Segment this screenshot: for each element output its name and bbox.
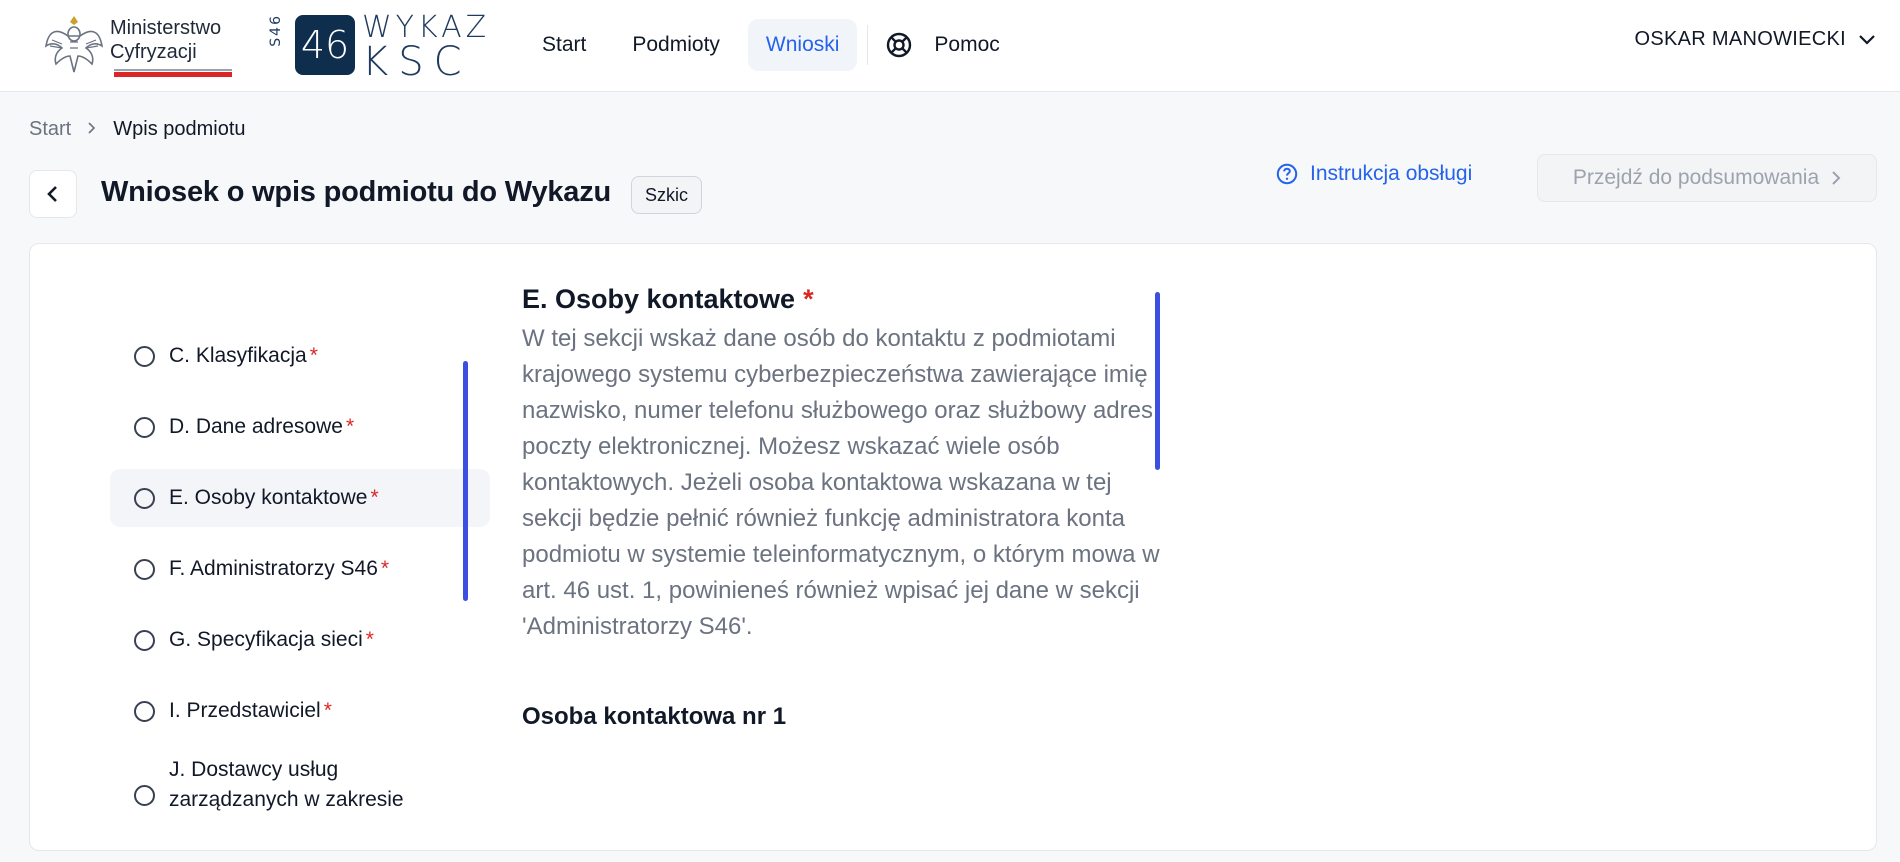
stepper-scrollbar[interactable] <box>463 361 468 601</box>
ministry-line2: Cyfryzacji <box>110 41 197 63</box>
step-specyfikacja-sieci[interactable]: G. Specyfikacja sieci * <box>110 611 490 669</box>
chevron-right-icon <box>1832 171 1841 185</box>
main-nav: Start Podmioty Wnioski Pomoc <box>524 18 1008 72</box>
step-dostawcy-uslug[interactable]: J. Dostawcy usług zarządzanych w zakresi… <box>110 755 490 835</box>
go-to-summary-button[interactable]: Przejdź do podsumowania <box>1537 154 1877 202</box>
step-label: E. Osoby kontaktowe <box>169 486 368 509</box>
step-status-icon <box>134 416 155 438</box>
breadcrumb-current: Wpis podmiotu <box>113 118 246 140</box>
user-name: OSKAR MANOWIECKI <box>1634 28 1846 50</box>
chevron-down-icon <box>1859 34 1875 45</box>
breadcrumb: Start Wpis podmiotu <box>29 118 246 141</box>
status-badge: Szkic <box>631 176 703 214</box>
user-menu[interactable]: OSKAR MANOWIECKI <box>1635 28 1877 51</box>
step-administratorzy-s46[interactable]: F. Administratorzy S46 * <box>110 540 490 598</box>
page-title: Wniosek o wpis podmiotu do Wykazu <box>101 176 612 208</box>
step-dane-adresowe[interactable]: D. Dane adresowe * <box>110 398 490 456</box>
instruction-label: Instrukcja obsługi <box>1310 162 1473 185</box>
step-label: I. Przedstawiciel <box>169 699 321 722</box>
lifebuoy-icon <box>887 32 912 58</box>
back-button[interactable] <box>29 170 77 218</box>
required-mark: * <box>380 557 390 580</box>
help-label: Pomoc <box>934 33 1000 56</box>
step-status-icon <box>134 700 155 722</box>
section-title-text: E. Osoby kontaktowe <box>522 284 796 314</box>
step-label-line1: J. Dostawcy usług <box>169 758 339 781</box>
top-header: Ministerstwo Cyfryzacji S46 46 WYKAZ KSC… <box>0 0 1900 92</box>
instruction-link[interactable]: Instrukcja obsługi <box>1276 162 1472 186</box>
step-label: F. Administratorzy S46 <box>169 557 378 580</box>
step-przedstawiciel[interactable]: I. Przedstawiciel * <box>110 682 490 740</box>
s46-side-text: S46 <box>268 14 284 47</box>
s46-wykaz-ksc-logo[interactable]: S46 46 WYKAZ KSC <box>268 12 508 83</box>
section-stepper[interactable]: C. Klasyfikacja * D. Dane adresowe * E. Os… <box>80 284 490 844</box>
required-mark: * <box>370 486 379 509</box>
step-osoby-kontaktowe[interactable]: E. Osoby kontaktowe * <box>110 469 490 527</box>
step-klasyfikacja[interactable]: C. Klasyfikacja * <box>110 327 490 385</box>
required-mark: * <box>803 284 814 314</box>
content-scrollbar[interactable] <box>1155 292 1160 470</box>
step-status-icon <box>134 558 155 580</box>
nav-podmioty[interactable]: Podmioty <box>614 19 738 71</box>
breadcrumb-start[interactable]: Start <box>29 118 71 141</box>
breadcrumb-separator-icon <box>87 119 97 140</box>
required-mark: * <box>345 415 355 438</box>
eagle-emblem-icon <box>44 16 104 73</box>
question-circle-icon <box>1276 163 1298 185</box>
nav-divider <box>867 25 869 65</box>
contact-person-heading: Osoba kontaktowa nr 1 <box>522 703 787 730</box>
step-status-icon <box>134 487 155 509</box>
step-status-icon <box>134 345 155 367</box>
s46-number-box: 46 <box>295 15 355 75</box>
required-mark: * <box>323 699 332 722</box>
flag-stripe-white <box>114 69 232 71</box>
flag-stripe-red <box>114 72 232 77</box>
nav-start[interactable]: Start <box>524 19 604 71</box>
nav-wnioski[interactable]: Wnioski <box>747 19 858 71</box>
required-mark: * <box>365 628 374 651</box>
summary-button-label: Przejdź do podsumowania <box>1572 166 1820 189</box>
form-card: C. Klasyfikacja * D. Dane adresowe * E. Os… <box>29 243 1877 851</box>
step-status-icon <box>134 785 155 806</box>
ministry-logo[interactable]: Ministerstwo Cyfryzacji <box>44 12 234 80</box>
s46-word-ksc: KSC <box>362 39 472 85</box>
step-status-icon <box>134 629 155 651</box>
section-content: E. Osoby kontaktowe * W tej sekcji wskaż … <box>522 284 1212 844</box>
step-label: G. Specyfikacja sieci <box>169 628 363 651</box>
ministry-name: Ministerstwo Cyfryzacji <box>110 16 221 64</box>
required-mark: * <box>309 344 318 367</box>
step-label: D. Dane adresowe <box>169 415 343 438</box>
chevron-left-icon <box>47 186 57 202</box>
step-label: C. Klasyfikacja <box>169 344 307 367</box>
nav-help[interactable]: Pomoc <box>878 22 1007 68</box>
step-label: J. Dostawcy usług zarządzanych w zakresi… <box>169 755 404 815</box>
section-description: W tej sekcji wskaż dane osób do kontaktu… <box>522 325 1160 640</box>
ministry-line1: Ministerstwo <box>110 17 222 39</box>
step-label-line2: zarządzanych w zakresie <box>169 788 404 811</box>
section-title: E. Osoby kontaktowe * <box>522 284 1212 315</box>
